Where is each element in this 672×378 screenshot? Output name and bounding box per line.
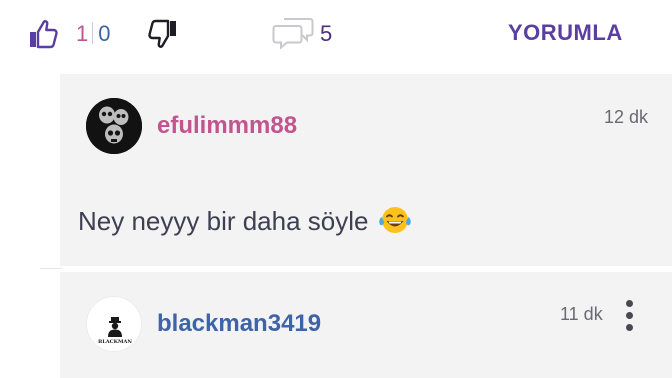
avatar[interactable] (86, 98, 142, 154)
skulls-avatar-image (86, 98, 142, 154)
thumbs-up-icon (30, 20, 58, 49)
vote-counts: 10 (76, 20, 111, 48)
thumbs-down-icon (148, 19, 176, 48)
svg-text:BLACKMAN: BLACKMAN (98, 339, 132, 345)
comment-time: 12 dk (604, 107, 649, 127)
write-comment-button[interactable]: YORUMLA (508, 19, 623, 47)
avatar[interactable]: BLACKMAN (86, 296, 142, 352)
more-options-button[interactable] (622, 298, 638, 334)
divider-line (40, 268, 62, 269)
comment-time: 11 dk (560, 304, 603, 324)
count-separator (92, 22, 94, 44)
more-dot (626, 312, 633, 319)
face-with-tears-of-joy-icon (378, 207, 411, 233)
more-dot (626, 300, 633, 307)
like-count: 1 (76, 21, 89, 46)
dislike-button[interactable] (146, 18, 178, 50)
comment-card: BLACKMAN blackman3419 11 dk (60, 272, 672, 378)
comment-text: Ney neyyy bir daha söyle (78, 205, 412, 237)
comment-count: 5 (320, 21, 333, 46)
comment-username[interactable]: efulimmm88 (157, 111, 297, 141)
blackman-logo-avatar: BLACKMAN (87, 297, 141, 351)
dislike-count: 0 (98, 21, 111, 46)
comment-username[interactable]: blackman3419 (157, 309, 321, 339)
comments-icon (272, 18, 314, 50)
comment-card: efulimmm88 12 dk Ney neyyy bir daha söyl… (60, 74, 672, 266)
like-button[interactable] (28, 18, 58, 50)
comment-text-content: Ney neyyy bir daha söyle (78, 206, 369, 236)
reaction-bar: 10 5 YORUMLA (0, 0, 672, 70)
more-dot (626, 324, 633, 331)
